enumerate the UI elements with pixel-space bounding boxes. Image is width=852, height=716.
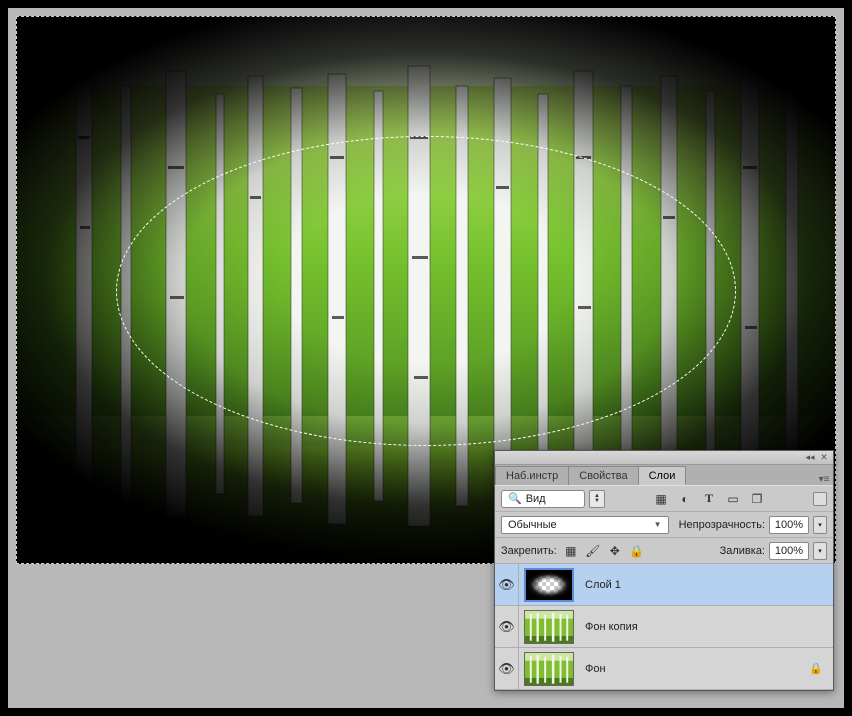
layer-row-3[interactable]: 👁: [495, 648, 833, 690]
opacity-field[interactable]: 100%: [769, 516, 809, 534]
layer-name[interactable]: Слой 1: [579, 579, 833, 591]
layers-panel: ◂◂ ✕ Наб.инстр Свойства Слои ▾≡ 🔍 Вид ▲▼…: [494, 450, 834, 691]
lock-icon: 🔒: [809, 662, 823, 675]
filter-shape-icon[interactable]: ▭: [724, 490, 742, 508]
layer-row-2[interactable]: 👁: [495, 606, 833, 648]
layer-filter-dropdown[interactable]: 🔍 Вид: [501, 490, 585, 508]
filter-adjust-icon[interactable]: ◐: [676, 490, 694, 508]
filter-label: Вид: [526, 493, 546, 505]
fill-field[interactable]: 100%: [769, 542, 809, 560]
panel-titlebar: ◂◂ ✕: [495, 451, 833, 465]
lock-move-icon[interactable]: ✥: [607, 543, 623, 559]
lock-row: Закрепить: ▦ 🖌 ✥ 🔒 Заливка: 100% ▾: [495, 538, 833, 564]
tab-toolpresets[interactable]: Наб.инстр: [495, 466, 569, 485]
fill-label: Заливка:: [720, 545, 765, 557]
opacity-label: Непрозрачность:: [679, 519, 765, 531]
fill-arrow[interactable]: ▾: [813, 542, 827, 560]
visibility-icon[interactable]: 👁: [498, 661, 515, 677]
layer-name[interactable]: Фон копия: [579, 621, 833, 633]
collapse-icon[interactable]: ◂◂: [805, 453, 815, 463]
lock-transparent-icon[interactable]: ▦: [563, 543, 579, 559]
layer-thumb-vignette[interactable]: [524, 568, 574, 602]
layers-list: 👁 Слой 1 👁: [495, 564, 833, 690]
layer-name[interactable]: Фон: [579, 663, 809, 675]
tab-layers[interactable]: Слои: [638, 466, 687, 485]
lock-all-icon[interactable]: 🔒: [629, 543, 645, 559]
layer-row-1[interactable]: 👁 Слой 1: [495, 564, 833, 606]
layer-thumb-forest[interactable]: [524, 610, 574, 644]
app-frame: ◂◂ ✕ Наб.инстр Свойства Слои ▾≡ 🔍 Вид ▲▼…: [8, 8, 844, 708]
panel-body: 🔍 Вид ▲▼ ▦ ◐ T ▭ ❐ Обычные ▼: [495, 485, 833, 690]
visibility-icon[interactable]: 👁: [498, 577, 515, 593]
filter-type-icon[interactable]: T: [700, 490, 718, 508]
filter-pixel-icon[interactable]: ▦: [652, 490, 670, 508]
chevron-down-icon: ▼: [654, 520, 662, 529]
visibility-icon[interactable]: 👁: [498, 619, 515, 635]
layer-thumb-forest[interactable]: [524, 652, 574, 686]
filter-toggle[interactable]: [813, 492, 827, 506]
blend-row: Обычные ▼ Непрозрачность: 100% ▾: [495, 512, 833, 538]
blend-mode-dropdown[interactable]: Обычные ▼: [501, 516, 669, 534]
panel-tabs: Наб.инстр Свойства Слои ▾≡: [495, 465, 833, 485]
filter-stepper[interactable]: ▲▼: [589, 490, 605, 508]
opacity-arrow[interactable]: ▾: [813, 516, 827, 534]
filter-smart-icon[interactable]: ❐: [748, 490, 766, 508]
lock-label: Закрепить:: [501, 545, 557, 557]
tab-properties[interactable]: Свойства: [568, 466, 638, 485]
filter-row: 🔍 Вид ▲▼ ▦ ◐ T ▭ ❐: [495, 486, 833, 512]
close-panel-icon[interactable]: ✕: [819, 453, 829, 463]
panel-menu-icon[interactable]: ▾≡: [815, 470, 833, 485]
search-icon: 🔍: [508, 492, 522, 505]
blend-mode-value: Обычные: [508, 519, 557, 531]
lock-paint-icon[interactable]: 🖌: [585, 543, 601, 559]
